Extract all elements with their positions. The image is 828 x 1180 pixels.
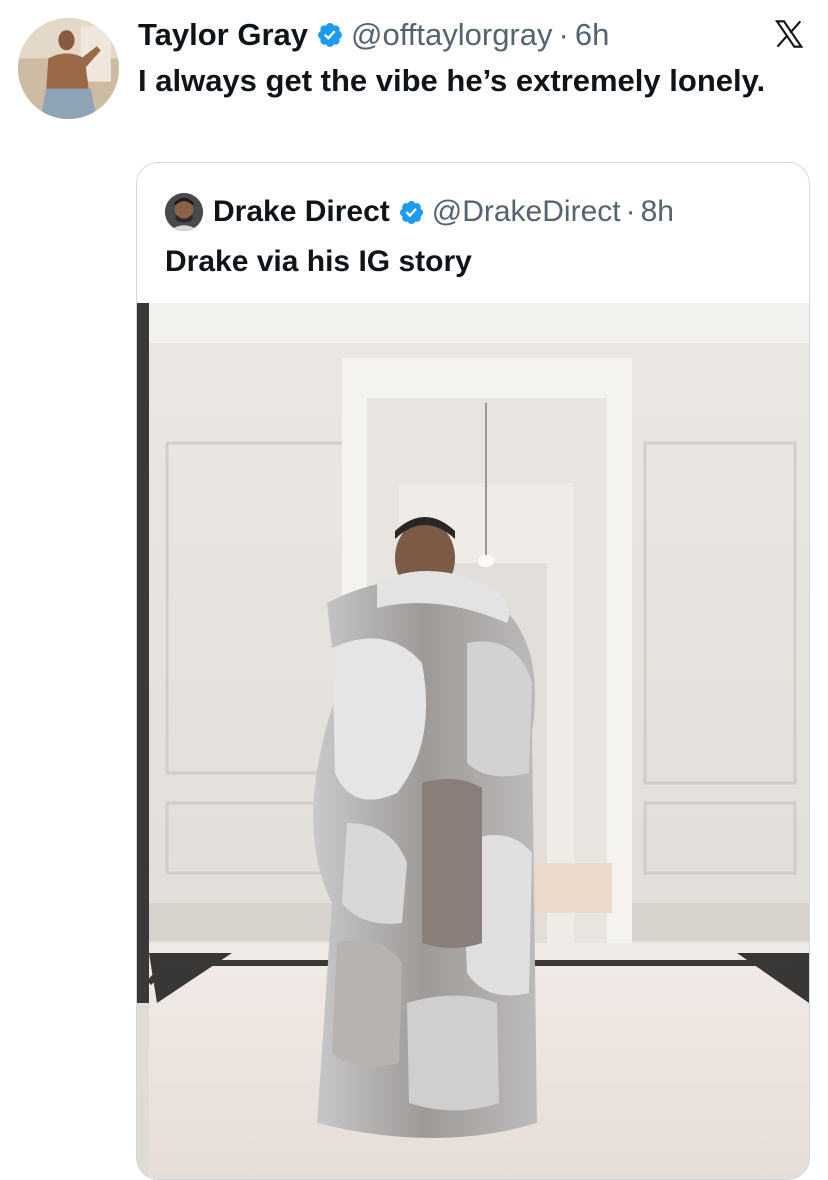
quoted-avatar-image [165,193,203,231]
tweet-text: I always get the vibe he’s extremely lon… [138,63,766,98]
hallway-photo [137,303,809,1179]
quoted-author-name[interactable]: Drake Direct [213,195,390,229]
x-logo-icon [772,18,806,50]
quoted-author-avatar[interactable] [165,193,203,231]
separator-dot: · [558,17,569,52]
quoted-tweet-text: Drake via his IG story [165,245,472,278]
verified-badge-icon [316,21,344,49]
quoted-tweet-timestamp[interactable]: 8h [641,195,674,229]
separator-dot: · [625,195,636,228]
author-handle[interactable]: @offtaylorgray [351,17,553,53]
tweet-header: Taylor Gray @offtaylorgray · 6h [138,14,609,56]
author-name[interactable]: Taylor Gray [138,17,308,53]
quoted-tweet-card[interactable]: Drake Direct @DrakeDirect · 8h Drake via… [136,162,810,1180]
quoted-tweet-header: Drake Direct @DrakeDirect · 8h [165,193,674,231]
author-avatar[interactable] [18,18,119,119]
quoted-author-handle[interactable]: @DrakeDirect [432,195,621,229]
verified-badge-icon [398,199,425,226]
quoted-tweet-photo[interactable] [137,303,809,1179]
tweet-timestamp[interactable]: 6h [575,17,609,53]
avatar-image [18,18,119,119]
